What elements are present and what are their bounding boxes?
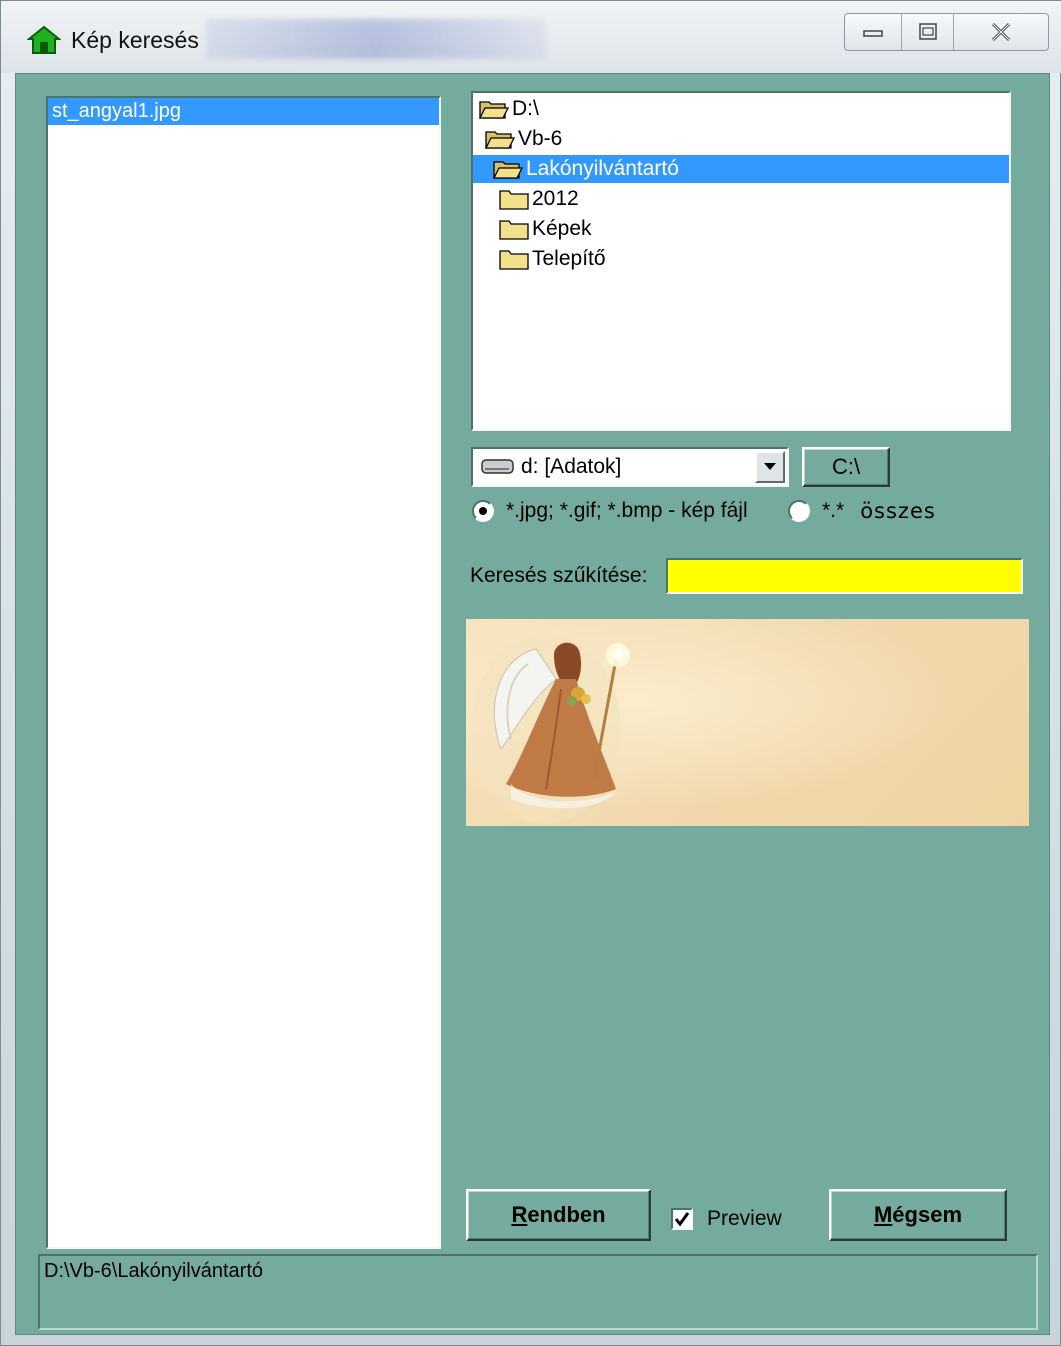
image-files-radio[interactable]: *.jpg; *.gif; *.bmp - kép fájl	[472, 499, 748, 523]
all-files-label: összes	[860, 499, 936, 523]
folder-icon	[499, 220, 529, 240]
tree-item-telepito[interactable]: Telepítő	[499, 245, 606, 273]
ok-button-label: endben	[527, 1202, 606, 1227]
ok-button-accesskey: R	[511, 1202, 528, 1227]
dialog-window: Kép keresés st_angyal1.jpg D:\ Vb-6 Lakó…	[0, 0, 1061, 1346]
cancel-button-label: égsem	[892, 1202, 963, 1227]
image-files-radio-label: *.jpg; *.gif; *.bmp - kép fájl	[506, 499, 748, 522]
directory-tree[interactable]: D:\ Vb-6 Lakónyilvántartó 2012 Képek Tel…	[471, 91, 1011, 431]
window-title: Kép keresés	[71, 27, 199, 53]
house-icon	[27, 25, 61, 54]
image-preview	[466, 619, 1029, 826]
tree-item-vb6[interactable]: Vb-6	[485, 125, 562, 153]
tree-item-d-root[interactable]: D:\	[479, 95, 539, 123]
open-folder-icon	[493, 161, 523, 179]
checkbox-box	[671, 1208, 693, 1230]
all-files-pattern: *.*	[822, 499, 845, 522]
open-folder-icon	[485, 131, 515, 149]
tree-item-2012[interactable]: 2012	[499, 185, 579, 213]
tree-item-label: Képek	[532, 217, 592, 240]
chevron-down-icon	[764, 463, 776, 470]
cancel-button[interactable]: Mégsem	[829, 1189, 1007, 1241]
status-bar: D:\Vb-6\Lakónyilvántartó	[38, 1254, 1038, 1330]
tree-item-label: Telepítő	[532, 247, 606, 270]
close-icon	[991, 22, 1011, 42]
ok-button[interactable]: Rendben	[466, 1189, 651, 1241]
file-list[interactable]: st_angyal1.jpg	[46, 96, 441, 1249]
folder-icon	[499, 190, 529, 210]
caption-buttons	[844, 13, 1049, 51]
preview-checkbox[interactable]: Preview	[671, 1207, 782, 1231]
tree-item-label: D:\	[512, 97, 539, 120]
minimize-button[interactable]	[845, 14, 903, 50]
background-window-title	[206, 19, 546, 59]
preview-checkbox-label: Preview	[707, 1207, 782, 1230]
current-path: D:\Vb-6\Lakónyilvántartó	[44, 1260, 264, 1282]
tree-item-lakonyilvantarto[interactable]: Lakónyilvántartó	[473, 155, 1009, 183]
checkmark-icon	[674, 1212, 690, 1227]
search-input[interactable]	[666, 558, 1023, 594]
drive-select[interactable]: d: [Adatok]	[471, 447, 789, 487]
maximize-button[interactable]	[902, 14, 954, 50]
minimize-icon	[863, 30, 883, 37]
dropdown-arrow-button[interactable]	[755, 451, 785, 483]
list-item[interactable]: st_angyal1.jpg	[48, 98, 439, 125]
drive-select-value: d: [Adatok]	[521, 455, 622, 478]
folder-icon	[499, 250, 529, 270]
root-drive-button[interactable]: C:\	[802, 447, 890, 487]
radio-unselected-indicator	[788, 500, 810, 522]
maximize-icon	[918, 23, 937, 40]
tree-item-kepek[interactable]: Képek	[499, 215, 592, 243]
root-drive-button-label: C:\	[831, 454, 861, 479]
title-bar[interactable]: Kép keresés	[1, 1, 1061, 73]
radio-selected-indicator	[472, 500, 494, 522]
cancel-button-accesskey: M	[873, 1202, 893, 1227]
close-button[interactable]	[954, 14, 1048, 50]
tree-item-label: Vb-6	[518, 127, 563, 150]
angel-picture	[471, 634, 630, 824]
all-files-radio[interactable]: *.* összes	[788, 499, 936, 523]
tree-item-label: 2012	[532, 187, 579, 210]
search-label: Keresés szűkítése:	[470, 564, 648, 587]
tree-item-label: Lakónyilvántartó	[526, 157, 679, 180]
open-folder-icon	[479, 101, 509, 119]
drive-icon	[481, 459, 514, 474]
dialog-client-area: st_angyal1.jpg D:\ Vb-6 Lakónyilvántartó…	[15, 73, 1050, 1335]
